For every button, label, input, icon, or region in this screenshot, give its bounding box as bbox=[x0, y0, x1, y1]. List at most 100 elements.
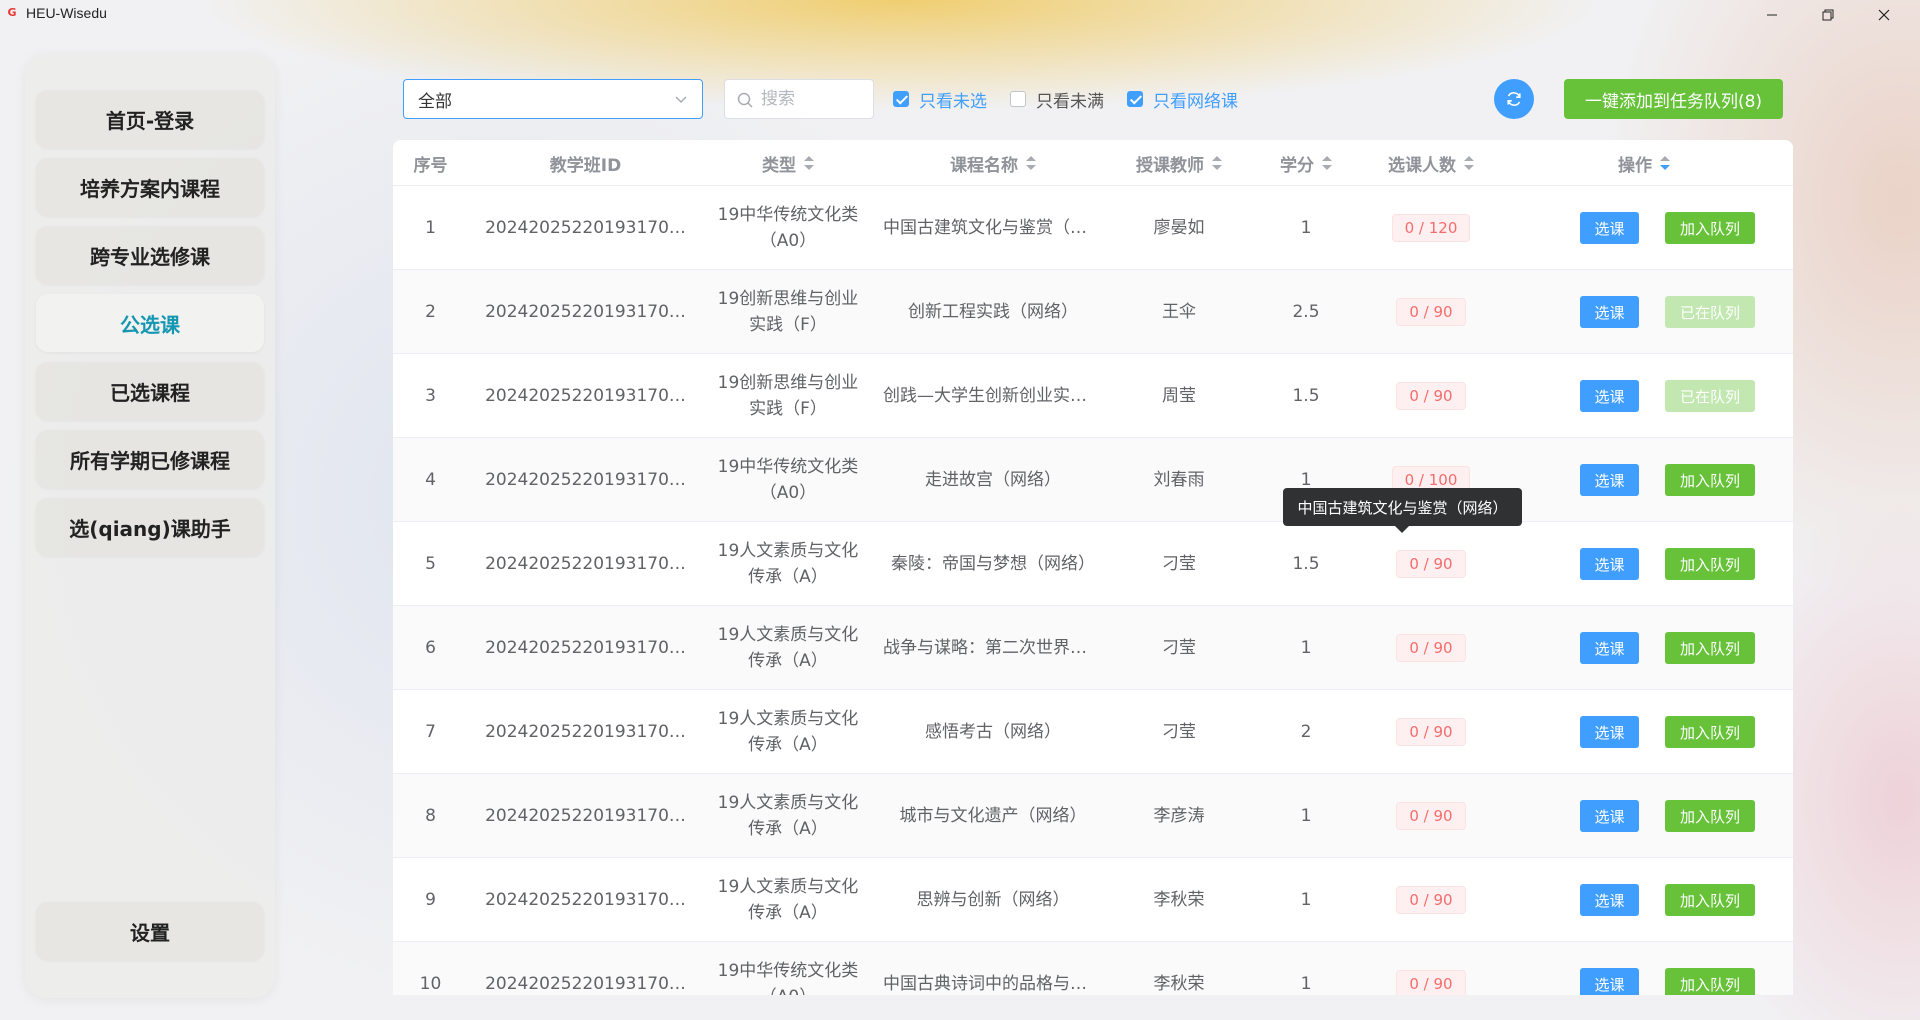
cell-course-name: 走进故宫（网络） bbox=[925, 470, 1061, 490]
nav-public-electives[interactable]: 公选课 bbox=[36, 294, 264, 352]
nav-program-courses[interactable]: 培养方案内课程 bbox=[36, 158, 264, 216]
close-button[interactable] bbox=[1856, 0, 1912, 30]
select-course-button[interactable]: 选课 bbox=[1580, 800, 1639, 832]
cell-credit: 2.5 bbox=[1292, 302, 1320, 322]
cell-teacher: 刁莹 bbox=[1162, 722, 1196, 742]
add-to-queue-button[interactable]: 加入队列 bbox=[1665, 968, 1755, 995]
select-course-button[interactable]: 选课 bbox=[1580, 632, 1639, 664]
enrollment-count-tag: 0 / 90 bbox=[1396, 970, 1466, 995]
table-row: 10 20242025220193170… 19中华传统文化类（A0） 中国古典诗词中… bbox=[393, 942, 1793, 995]
cell-type: 19创新思维与创业实践（F） bbox=[717, 373, 859, 419]
cell-count: 0 / 90 bbox=[1367, 270, 1495, 354]
col-header-index: 序号 bbox=[413, 155, 448, 176]
add-to-queue-button[interactable]: 加入队列 bbox=[1665, 632, 1755, 664]
cell-teacher: 廖晏如 bbox=[1153, 218, 1205, 238]
window-title: HEU-Wisedu bbox=[26, 5, 107, 21]
col-header-name[interactable]: 课程名称 bbox=[873, 140, 1113, 186]
add-to-queue-button[interactable]: 加入队列 bbox=[1665, 884, 1755, 916]
cell-type: 19中华传统文化类（A0） bbox=[717, 457, 859, 503]
sort-icon[interactable] bbox=[1212, 155, 1222, 171]
table-row: 8 20242025220193170… 19人文素质与文化传承（A） 城市与文化遗产… bbox=[393, 774, 1793, 858]
minimize-button[interactable] bbox=[1744, 0, 1800, 30]
refresh-button[interactable] bbox=[1494, 79, 1534, 119]
checkbox-box[interactable] bbox=[1010, 91, 1026, 107]
already-queued-button[interactable]: 已在队列 bbox=[1665, 380, 1755, 412]
cell-count: 0 / 90 bbox=[1367, 606, 1495, 690]
col-header-teacher[interactable]: 授课教师 bbox=[1113, 140, 1245, 186]
maximize-button[interactable] bbox=[1800, 0, 1856, 30]
category-filter-select[interactable]: 全部 bbox=[403, 79, 703, 119]
cell-teacher: 李彦涛 bbox=[1153, 806, 1205, 826]
close-icon bbox=[1878, 9, 1890, 21]
col-header-credit[interactable]: 学分 bbox=[1245, 140, 1367, 186]
select-course-button[interactable]: 选课 bbox=[1580, 296, 1639, 328]
cell-credit: 1.5 bbox=[1292, 554, 1320, 574]
cell-count: 0 / 90 bbox=[1367, 354, 1495, 438]
nav-completed-courses[interactable]: 所有学期已修课程 bbox=[36, 430, 264, 488]
search-box[interactable] bbox=[724, 79, 874, 119]
enrollment-count-tag: 0 / 120 bbox=[1391, 214, 1471, 242]
col-header-ops[interactable]: 操作 bbox=[1495, 140, 1793, 186]
cell-index: 9 bbox=[425, 890, 436, 910]
cell-index: 5 bbox=[425, 554, 436, 574]
sort-icon[interactable] bbox=[1026, 155, 1036, 171]
checkbox-box[interactable] bbox=[893, 91, 909, 107]
select-course-button[interactable]: 选课 bbox=[1580, 968, 1639, 995]
cell-index: 1 bbox=[425, 218, 436, 238]
sort-icon[interactable] bbox=[804, 155, 814, 171]
cell-credit: 1 bbox=[1300, 638, 1312, 658]
enrollment-count-tag: 0 / 90 bbox=[1396, 634, 1466, 662]
cell-teacher: 李秋荣 bbox=[1153, 890, 1205, 910]
table-row: 3 20242025220193170… 19创新思维与创业实践（F） 创践—大学生创… bbox=[393, 354, 1793, 438]
cell-credit: 1 bbox=[1300, 974, 1312, 994]
cell-teacher: 李秋荣 bbox=[1153, 974, 1205, 994]
add-to-queue-button[interactable]: 加入队列 bbox=[1665, 548, 1755, 580]
col-header-count[interactable]: 选课人数 bbox=[1367, 140, 1495, 186]
search-icon bbox=[737, 92, 753, 108]
select-course-button[interactable]: 选课 bbox=[1580, 716, 1639, 748]
checkbox-not-full-only[interactable]: 只看未满 bbox=[1010, 88, 1104, 112]
select-course-button[interactable]: 选课 bbox=[1580, 548, 1639, 580]
cell-credit: 1 bbox=[1300, 806, 1312, 826]
add-all-to-queue-button[interactable]: 一键添加到任务队列(8) bbox=[1564, 79, 1783, 119]
cell-class-id: 20242025220193170… bbox=[485, 638, 686, 658]
table-row: 4 20242025220193170… 19中华传统文化类（A0） 走进故宫（网络）… bbox=[393, 438, 1793, 522]
minimize-icon bbox=[1767, 14, 1777, 16]
checkbox-label: 只看未选 bbox=[919, 91, 987, 112]
cell-type: 19中华传统文化类（A0） bbox=[717, 205, 859, 251]
cell-index: 2 bbox=[425, 302, 436, 322]
cell-class-id: 20242025220193170… bbox=[485, 218, 686, 238]
sort-icon[interactable] bbox=[1322, 155, 1332, 171]
nav-course-assistant[interactable]: 选(qiang)课助手 bbox=[36, 498, 264, 556]
cell-teacher: 刁莹 bbox=[1162, 638, 1196, 658]
add-to-queue-button[interactable]: 加入队列 bbox=[1665, 800, 1755, 832]
search-input[interactable] bbox=[761, 89, 873, 109]
select-course-button[interactable]: 选课 bbox=[1580, 884, 1639, 916]
add-to-queue-button[interactable]: 加入队列 bbox=[1665, 716, 1755, 748]
refresh-icon bbox=[1507, 92, 1521, 106]
select-course-button[interactable]: 选课 bbox=[1580, 212, 1639, 244]
checkbox-box[interactable] bbox=[1127, 91, 1143, 107]
sort-icon[interactable] bbox=[1660, 155, 1670, 171]
nav-selected-courses[interactable]: 已选课程 bbox=[36, 362, 264, 420]
sort-icon[interactable] bbox=[1464, 155, 1474, 171]
nav-settings[interactable]: 设置 bbox=[36, 902, 264, 960]
add-to-queue-button[interactable]: 加入队列 bbox=[1665, 464, 1755, 496]
nav-cross-major-electives[interactable]: 跨专业选修课 bbox=[36, 226, 264, 284]
cell-class-id: 20242025220193170… bbox=[485, 806, 686, 826]
checkbox-unselected-only[interactable]: 只看未选 bbox=[893, 88, 987, 112]
add-to-queue-button[interactable]: 加入队列 bbox=[1665, 212, 1755, 244]
col-header-type[interactable]: 类型 bbox=[703, 140, 873, 186]
table-row: 2 20242025220193170… 19创新思维与创业实践（F） 创新工程实践（… bbox=[393, 270, 1793, 354]
select-course-button[interactable]: 选课 bbox=[1580, 464, 1639, 496]
nav-home-login[interactable]: 首页-登录 bbox=[36, 90, 264, 148]
cell-count: 0 / 90 bbox=[1367, 690, 1495, 774]
select-course-button[interactable]: 选课 bbox=[1580, 380, 1639, 412]
checkbox-label: 只看网络课 bbox=[1153, 91, 1238, 112]
cell-course-name: 创践—大学生创新创业实务… bbox=[883, 386, 1103, 406]
already-queued-button[interactable]: 已在队列 bbox=[1665, 296, 1755, 328]
cell-teacher: 刁莹 bbox=[1162, 554, 1196, 574]
cell-credit: 2 bbox=[1300, 722, 1312, 742]
cell-class-id: 20242025220193170… bbox=[485, 470, 686, 490]
checkbox-online-only[interactable]: 只看网络课 bbox=[1127, 88, 1238, 112]
